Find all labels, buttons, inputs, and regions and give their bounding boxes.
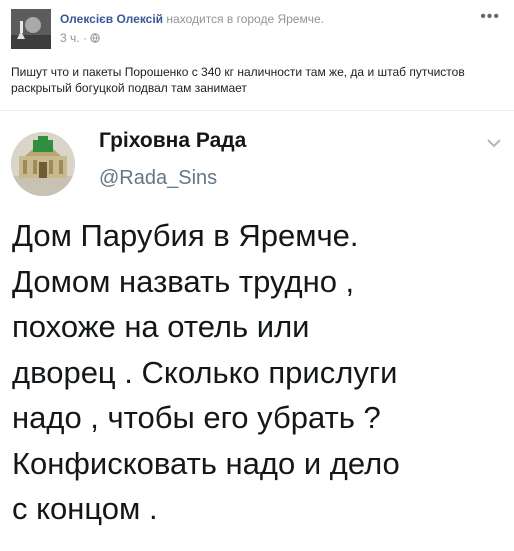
author-avatar[interactable]	[11, 9, 51, 49]
tweet-avatar[interactable]	[11, 132, 75, 196]
more-dots-icon[interactable]: •••	[480, 8, 500, 26]
post-timestamp[interactable]: 3 ч.	[60, 31, 80, 45]
chevron-down-icon[interactable]	[486, 131, 502, 154]
globe-icon[interactable]	[90, 31, 100, 45]
post-header: Олексієв Олексій находится в городе Ярем…	[0, 0, 514, 56]
tweet-line: Конфисковать надо и дело	[12, 445, 400, 481]
tweet-text: Дом Парубия в Яремче. Домом назвать труд…	[12, 213, 512, 532]
tweet-display-name[interactable]: Гріховна Рада	[99, 129, 246, 153]
post-text: Пишут что и пакеты Порошенко с 340 кг на…	[11, 65, 465, 95]
post-meta: 3 ч. ·	[60, 31, 100, 45]
tweet-line: Дом Парубия в Яремче.	[12, 218, 359, 253]
meta-separator: ·	[82, 31, 87, 45]
tweet-line: с концом .	[12, 491, 158, 526]
tweet-line: Домом назвать трудно ,	[12, 263, 355, 299]
location-text: находится в городе Яремче.	[166, 12, 324, 26]
author-name[interactable]: Олексієв Олексій	[60, 12, 163, 26]
tweet-line: похоже на отель или	[12, 309, 310, 344]
tweet-line: дворец . Сколько прислуги	[12, 354, 398, 390]
tweet-line: надо , чтобы его убрать ?	[12, 400, 381, 435]
tweet-handle[interactable]: @Rada_Sins	[99, 167, 217, 190]
embedded-tweet[interactable]: Гріховна Рада @Rada_Sins Дом Парубия в Я…	[0, 110, 514, 551]
author-line: Олексієв Олексій находится в городе Ярем…	[60, 12, 324, 26]
